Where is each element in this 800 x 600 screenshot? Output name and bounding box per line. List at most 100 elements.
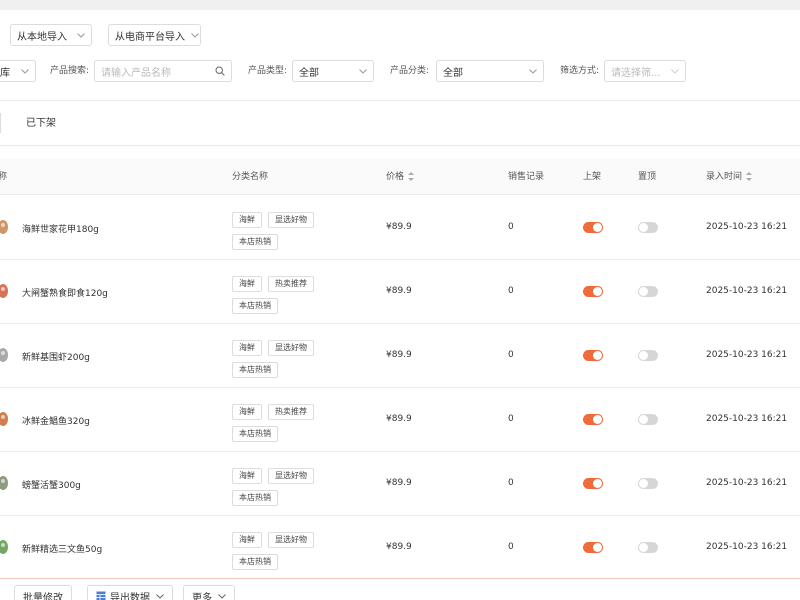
search-icon[interactable] bbox=[209, 66, 225, 76]
tab-divider bbox=[0, 113, 1, 133]
more-button[interactable]: 更多 bbox=[183, 585, 235, 600]
filter-method-placeholder: 请选择筛... bbox=[611, 67, 661, 79]
batch-edit-button[interactable]: 批量修改 bbox=[14, 585, 72, 600]
store-select[interactable]: 库 bbox=[0, 60, 36, 82]
sort-icon[interactable] bbox=[746, 172, 753, 182]
price-value: ¥89.9 bbox=[386, 478, 412, 488]
pinned-toggle[interactable] bbox=[638, 478, 658, 489]
top-strip bbox=[0, 0, 800, 10]
toggle-knob bbox=[639, 415, 648, 424]
table-row[interactable]: 螃蟹活蟹300g 海鲜 显选好物 本店热销 ¥89.9 0 2025-10-23 16:21 bbox=[0, 452, 800, 516]
filter-method-label: 筛选方式: bbox=[560, 66, 600, 76]
toggle-knob bbox=[593, 223, 602, 232]
created-time: 2025-10-23 16:21 bbox=[706, 286, 788, 296]
import-platform-dropdown[interactable]: 从电商平台导入 bbox=[108, 24, 201, 46]
import-local-dropdown[interactable]: 从本地导入 bbox=[10, 24, 92, 46]
category-tag: 显选好物 bbox=[268, 468, 314, 484]
col-price-label: 价格 bbox=[386, 172, 405, 182]
created-time: 2025-10-23 16:21 bbox=[706, 222, 788, 232]
table-row[interactable]: 新鲜精选三文鱼50g 海鲜 显选好物 本店热销 ¥89.9 0 2025-10-23 16:… bbox=[0, 516, 800, 580]
toggle-knob bbox=[593, 351, 602, 360]
col-price[interactable]: 价格 bbox=[386, 159, 415, 195]
table-row[interactable]: 海鲜世家花甲180g 海鲜 显选好物 本店热销 ¥89.9 0 2025-10-23 16:… bbox=[0, 196, 800, 260]
pinned-toggle[interactable] bbox=[638, 414, 658, 425]
pinned-toggle[interactable] bbox=[638, 542, 658, 553]
toggle-knob bbox=[639, 479, 648, 488]
type-label: 产品类型: bbox=[248, 66, 288, 76]
col-listed: 上架 bbox=[583, 172, 602, 182]
store-select-value: 库 bbox=[0, 67, 10, 79]
sales-count: 0 bbox=[508, 478, 514, 488]
product-name[interactable]: 新鲜精选三文鱼50g bbox=[22, 542, 102, 555]
import-platform-label: 从电商平台导入 bbox=[115, 31, 185, 43]
price-value: ¥89.9 bbox=[386, 350, 412, 360]
chevron-down-icon bbox=[665, 68, 679, 74]
category-tag: 海鲜 bbox=[232, 340, 262, 356]
category-tag: 显选好物 bbox=[268, 340, 314, 356]
listed-toggle[interactable] bbox=[583, 350, 603, 361]
category-label: 产品分类: bbox=[390, 66, 430, 76]
created-time: 2025-10-23 16:21 bbox=[706, 414, 788, 424]
filter-method-select[interactable]: 请选择筛... bbox=[604, 60, 686, 82]
search-placeholder: 请输入产品名称 bbox=[101, 67, 171, 79]
price-value: ¥89.9 bbox=[386, 414, 412, 424]
chevron-down-icon bbox=[523, 68, 537, 74]
table-row[interactable]: 冰鲜金鲳鱼320g 海鲜 热卖推荐 本店热销 ¥89.9 0 2025-10-23 16:2… bbox=[0, 388, 800, 452]
col-created[interactable]: 录入时间 bbox=[706, 159, 753, 195]
spreadsheet-icon bbox=[96, 591, 106, 600]
product-name[interactable]: 大闸蟹熟食即食120g bbox=[22, 286, 108, 299]
sales-count: 0 bbox=[508, 286, 514, 296]
product-name[interactable]: 新鲜基围虾200g bbox=[22, 350, 90, 363]
category-tag: 海鲜 bbox=[232, 404, 262, 420]
pinned-toggle[interactable] bbox=[638, 286, 658, 297]
table-row[interactable]: 新鲜基围虾200g 海鲜 显选好物 本店热销 ¥89.9 0 2025-10-23 16:2… bbox=[0, 324, 800, 388]
category-tag: 海鲜 bbox=[232, 212, 262, 228]
search-input[interactable]: 请输入产品名称 bbox=[94, 60, 232, 82]
product-thumbnail bbox=[0, 282, 10, 300]
bulk-action-bar: 批量修改 导出数据 更多 bbox=[0, 578, 800, 600]
table-header: 称 分类名称 价格 销售记录 上架 置顶 录入时间 bbox=[0, 159, 800, 195]
import-local-label: 从本地导入 bbox=[17, 31, 67, 43]
toggle-knob bbox=[639, 351, 648, 360]
export-data-label: 导出数据 bbox=[110, 592, 150, 600]
chevron-down-icon bbox=[156, 593, 164, 599]
listed-toggle[interactable] bbox=[583, 478, 603, 489]
pinned-toggle[interactable] bbox=[638, 350, 658, 361]
table-row[interactable]: 大闸蟹熟食即食120g 海鲜 热卖推荐 本店热销 ¥89.9 0 2025-10-23 16… bbox=[0, 260, 800, 324]
sort-icon[interactable] bbox=[408, 172, 415, 182]
product-name[interactable]: 海鲜世家花甲180g bbox=[22, 222, 99, 235]
export-data-button[interactable]: 导出数据 bbox=[87, 585, 173, 600]
category-tags: 海鲜 热卖推荐 本店热销 bbox=[232, 276, 342, 314]
category-tags: 海鲜 显选好物本店热销 bbox=[232, 468, 342, 506]
col-category: 分类名称 bbox=[232, 172, 269, 182]
category-select[interactable]: 全部 bbox=[436, 60, 544, 82]
chevron-down-icon bbox=[71, 32, 85, 38]
listed-toggle[interactable] bbox=[583, 286, 603, 297]
toggle-knob bbox=[593, 415, 602, 424]
toggle-knob bbox=[639, 543, 648, 552]
created-time: 2025-10-23 16:21 bbox=[706, 542, 788, 552]
col-pinned: 置顶 bbox=[638, 172, 657, 182]
chevron-down-icon bbox=[353, 68, 367, 74]
pinned-toggle[interactable] bbox=[638, 222, 658, 233]
listed-toggle[interactable] bbox=[583, 222, 603, 233]
sales-count: 0 bbox=[508, 222, 514, 232]
toggle-knob bbox=[593, 479, 602, 488]
tab-delisted[interactable]: 已下架 bbox=[26, 101, 56, 147]
category-tag: 本店热销 bbox=[232, 234, 278, 250]
category-tag: 本店热销 bbox=[232, 490, 278, 506]
product-name[interactable]: 螃蟹活蟹300g bbox=[22, 478, 81, 491]
product-thumbnail bbox=[0, 474, 10, 492]
type-select[interactable]: 全部 bbox=[292, 60, 374, 82]
toggle-knob bbox=[593, 287, 602, 296]
chevron-down-icon bbox=[185, 32, 199, 38]
col-name: 称 bbox=[0, 172, 8, 182]
listed-toggle[interactable] bbox=[583, 542, 603, 553]
category-tag: 海鲜 bbox=[232, 276, 262, 292]
product-name[interactable]: 冰鲜金鲳鱼320g bbox=[22, 414, 90, 427]
category-tags: 海鲜 显选好物 本店热销 bbox=[232, 340, 342, 378]
category-tag: 海鲜 bbox=[232, 468, 262, 484]
listed-toggle[interactable] bbox=[583, 414, 603, 425]
product-thumbnail bbox=[0, 218, 10, 236]
toggle-knob bbox=[639, 287, 648, 296]
